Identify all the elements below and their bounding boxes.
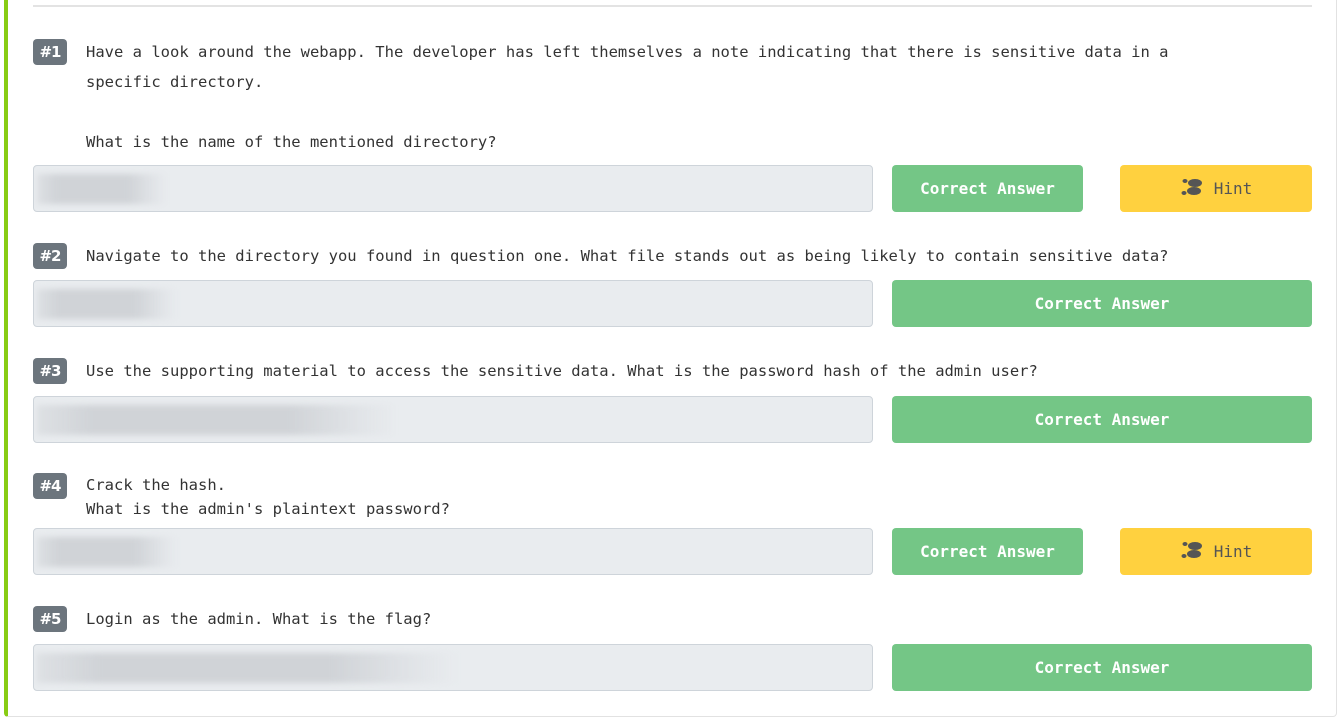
correct-answer-button[interactable]: Correct Answer [892,280,1312,327]
question-text: Have a look around the webapp. The devel… [86,43,1169,151]
divider [33,5,1312,7]
question-number-badge: #1 [33,39,67,65]
answer-field[interactable] [33,644,873,691]
blurred-answer [37,174,167,204]
answer-field[interactable] [33,528,873,575]
blurred-answer [37,289,177,319]
hint-label: Hint [1213,542,1253,561]
hint-button[interactable]: Hint [1120,528,1312,575]
answer-field[interactable] [33,280,873,327]
question-number-badge: #5 [33,606,67,632]
correct-answer-button[interactable]: Correct Answer [892,165,1083,212]
answer-field[interactable] [33,396,873,443]
blurred-answer [37,653,457,683]
correct-answer-button[interactable]: Correct Answer [892,396,1312,443]
correct-answer-button[interactable]: Correct Answer [892,528,1083,575]
hint-button[interactable]: Hint [1120,165,1312,212]
question-number-badge: #2 [33,243,67,269]
question-text: Use the supporting material to access th… [86,362,1038,380]
blurred-answer [37,537,177,567]
question-text: Navigate to the directory you found in q… [86,247,1169,265]
question-text: Login as the admin. What is the flag? [86,610,432,628]
footprints-icon [1180,540,1204,564]
question-number-badge: #4 [33,473,67,499]
blurred-answer [37,405,397,435]
answer-field[interactable] [33,165,873,212]
question-number-badge: #3 [33,358,67,384]
question-text: Crack the hash. What is the admin's plai… [86,476,450,518]
footprints-icon [1180,177,1204,201]
correct-answer-button[interactable]: Correct Answer [892,644,1312,691]
hint-label: Hint [1213,179,1253,198]
